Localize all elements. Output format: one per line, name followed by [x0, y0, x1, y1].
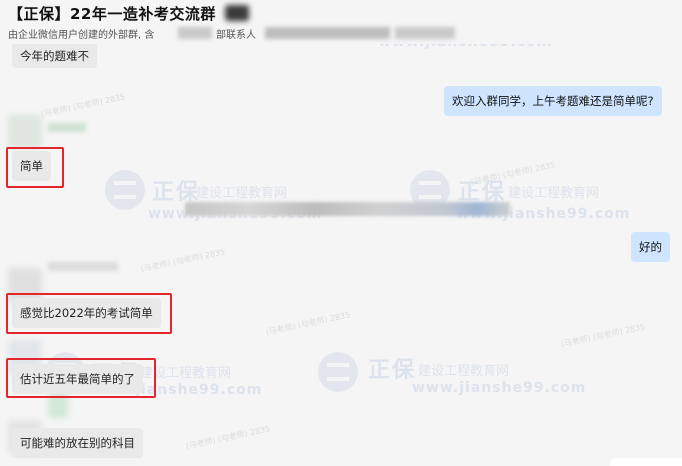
group-subtitle-left: 由企业微信用户创建的外部群, 含	[8, 30, 155, 41]
watermark-slogan: 建设工程教育网	[196, 186, 288, 201]
watermark-slogan: 建设工程教育网	[418, 364, 510, 379]
subtitle-redacted	[178, 27, 212, 39]
chat-header: 【正保】22年一造补考交流群 由企业微信用户创建的外部群, 含 部联系人	[0, 0, 682, 44]
message-outgoing[interactable]: 欢迎入群同学，上午考题难还是简单呢?	[444, 86, 662, 116]
input-area-edge	[610, 458, 682, 466]
watermark-diagonal: (马老师) (勾老师) 2835	[185, 424, 271, 451]
message-incoming[interactable]: 今年的题难不	[12, 44, 97, 68]
header-redacted-right	[395, 27, 455, 39]
watermark-diagonal: (马老师) (勾老师) 2835	[560, 322, 646, 349]
highlight-box	[6, 293, 172, 334]
highlight-box	[6, 358, 156, 398]
watermark-logo-icon	[105, 170, 145, 210]
watermark-logo-icon	[318, 352, 358, 392]
group-subtitle-right: 部联系人	[216, 30, 256, 41]
highlight-box	[6, 147, 64, 188]
watermark-diagonal: (马老师) (勾老师) 2835	[265, 310, 351, 337]
title-redacted	[225, 5, 249, 21]
watermark-diagonal: (马老师) (勾老师) 2835	[40, 92, 126, 119]
sender-name-redacted	[48, 262, 118, 271]
header-redacted-right	[265, 27, 390, 39]
message-outgoing[interactable]: 好的	[631, 232, 670, 262]
group-title[interactable]: 【正保】22年一造补考交流群	[8, 3, 216, 24]
message-incoming[interactable]: 可能难的放在别的科目	[12, 428, 143, 458]
watermark-diagonal: (马老师) (勾老师) 2835	[140, 247, 226, 274]
redacted-message	[185, 202, 510, 216]
watermark-url: www.jianshe99.com	[412, 380, 587, 396]
sender-name-redacted	[48, 123, 86, 132]
sender-avatar[interactable]	[8, 115, 42, 149]
watermark-diagonal: (马老师) (勾老师) 2835	[470, 160, 556, 187]
watermark-slogan: 建设工程教育网	[508, 186, 600, 201]
watermark-brand: 正保	[368, 358, 417, 383]
